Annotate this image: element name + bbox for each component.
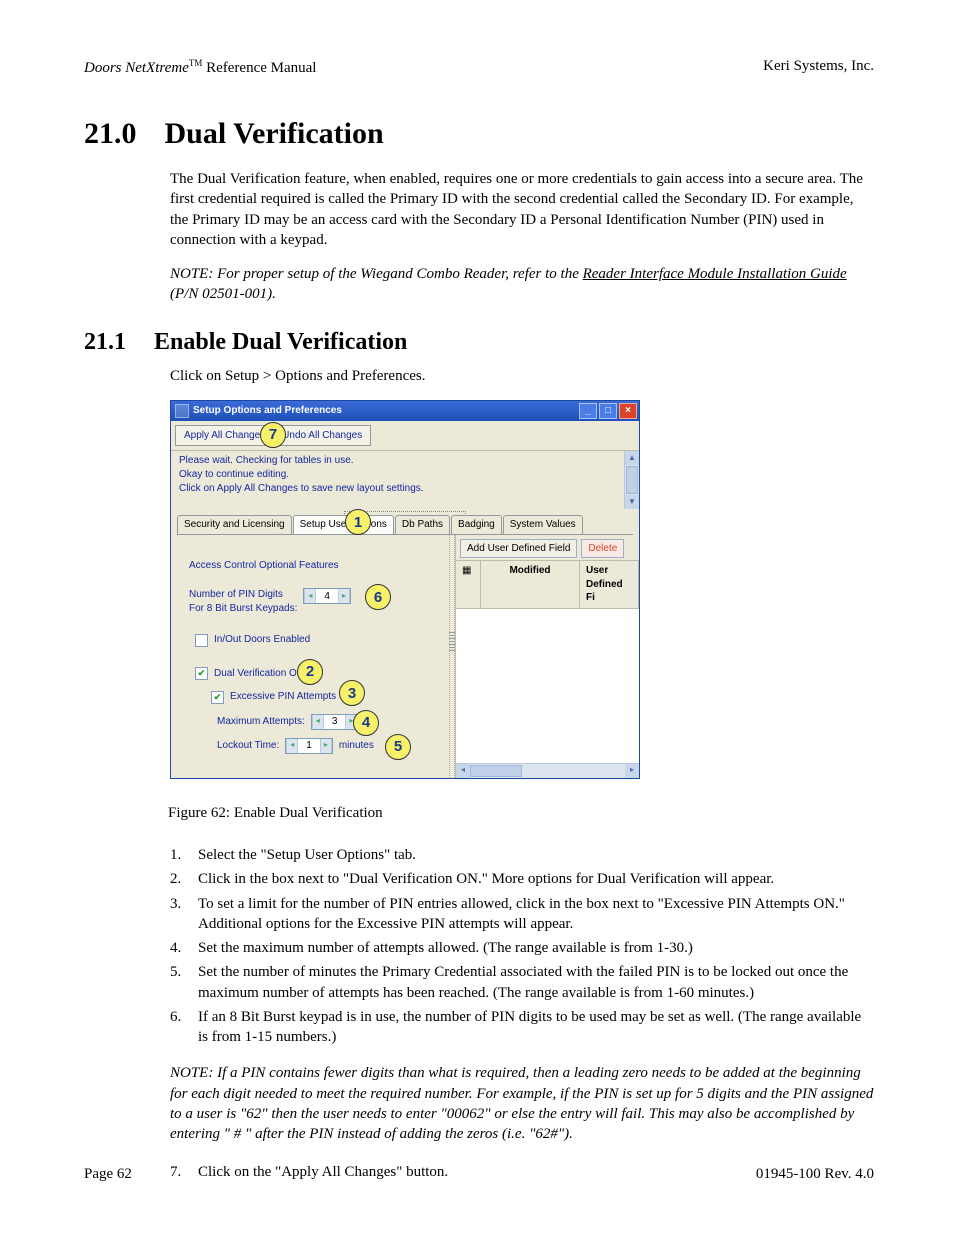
note-wiegand: NOTE: For proper setup of the Wiegand Co… xyxy=(170,264,874,305)
step-6: 6.If an 8 Bit Burst keypad is in use, th… xyxy=(170,1007,874,1048)
window-title: Setup Options and Preferences xyxy=(193,404,342,418)
tabs-row: Security and Licensing Setup User Option… xyxy=(177,515,633,535)
chevron-right-icon[interactable]: ▸ xyxy=(320,739,332,753)
status-scrollbar[interactable]: ▲ ▼ xyxy=(624,451,639,509)
options-heading: Access Control Optional Features xyxy=(189,559,443,573)
right-grid-pane: Add User Defined Field Delete ▦ Modified… xyxy=(455,535,639,778)
tab-security-licensing[interactable]: Security and Licensing xyxy=(177,515,292,534)
page-number: Page 62 xyxy=(84,1166,132,1183)
close-button[interactable]: × xyxy=(619,403,637,419)
tm-mark: TM xyxy=(189,58,203,68)
figure-caption: Figure 62: Enable Dual Verification xyxy=(168,803,874,823)
minimize-button[interactable]: _ xyxy=(579,403,597,419)
click-path: Click on Setup > Options and Preferences… xyxy=(170,366,874,386)
step-2: 2.Click in the box next to "Dual Verific… xyxy=(170,869,874,889)
max-attempts-value: 3 xyxy=(324,715,346,729)
revision: 01945-100 Rev. 4.0 xyxy=(756,1166,874,1183)
scroll-down-icon[interactable]: ▼ xyxy=(625,495,639,509)
scroll-left-icon[interactable]: ◂ xyxy=(456,764,470,778)
chevron-left-icon[interactable]: ◂ xyxy=(286,739,298,753)
scroll-right-icon[interactable]: ▸ xyxy=(625,764,639,778)
grid-h-scrollbar[interactable]: ◂ ▸ xyxy=(456,763,639,778)
toolbar: Apply All Changes Undo All Changes 7 xyxy=(171,421,639,452)
max-attempts-spinner[interactable]: ◂ 3 ▸ xyxy=(311,714,359,730)
max-attempts-label: Maximum Attempts: xyxy=(217,715,305,729)
note-pin-leading-zeros: NOTE: If a PIN contains fewer digits tha… xyxy=(170,1063,874,1144)
pin-digits-spinner[interactable]: ◂ 4 ▸ xyxy=(303,588,351,604)
scroll-up-icon[interactable]: ▲ xyxy=(625,451,639,465)
lockout-time-spinner[interactable]: ◂ 1 ▸ xyxy=(285,738,333,754)
step-1: 1.Select the "Setup User Options" tab. xyxy=(170,845,874,865)
section-number: 21.0 xyxy=(84,117,137,151)
maximize-button[interactable]: □ xyxy=(599,403,617,419)
grid-body[interactable] xyxy=(456,609,639,763)
intro-paragraph: The Dual Verification feature, when enab… xyxy=(170,169,874,250)
product-name: Doors NetXtreme xyxy=(84,60,189,76)
lockout-time-label: Lockout Time: xyxy=(217,739,279,753)
col-user-defined[interactable]: User Defined Fi xyxy=(580,561,639,608)
status-line-3: Click on Apply All Changes to save new l… xyxy=(171,483,624,499)
tab-setup-user-options[interactable]: Setup User Options xyxy=(293,515,394,534)
pin-digits-value: 4 xyxy=(316,590,338,604)
h-scroll-thumb[interactable] xyxy=(470,765,522,777)
tab-badging[interactable]: Badging xyxy=(451,515,502,534)
callout-4: 4 xyxy=(353,710,379,736)
status-line-1: Please wait. Checking for tables in use. xyxy=(171,451,624,469)
section-heading-21-0: 21.0 Dual Verification xyxy=(84,117,874,151)
lockout-unit-label: minutes xyxy=(339,739,374,753)
inout-doors-checkbox[interactable] xyxy=(195,634,208,647)
step-5: 5.Set the number of minutes the Primary … xyxy=(170,962,874,1003)
tab-system-values[interactable]: System Values xyxy=(503,515,583,534)
company-name: Keri Systems, Inc. xyxy=(763,58,874,77)
pin-digits-label-2: For 8 Bit Burst Keypads: xyxy=(189,602,297,616)
delete-button[interactable]: Delete xyxy=(581,539,624,559)
row-selector-header[interactable]: ▦ xyxy=(456,561,481,608)
callout-7: 7 xyxy=(260,422,286,448)
dual-verification-label: Dual Verification ON xyxy=(214,667,304,681)
dual-verification-checkbox[interactable]: ✔ xyxy=(195,667,208,680)
tab-db-paths[interactable]: Db Paths xyxy=(395,515,450,534)
grid-header: ▦ Modified User Defined Fi xyxy=(456,560,639,609)
chevron-left-icon[interactable]: ◂ xyxy=(312,715,324,729)
undo-all-changes-button[interactable]: Undo All Changes xyxy=(274,426,370,446)
chevron-right-icon[interactable]: ▸ xyxy=(338,589,350,603)
step-4: 4.Set the maximum number of attempts all… xyxy=(170,938,874,958)
excessive-pin-label: Excessive PIN Attempts ON xyxy=(230,690,354,704)
excessive-pin-checkbox[interactable]: ✔ xyxy=(211,691,224,704)
col-modified[interactable]: Modified xyxy=(481,561,580,608)
page-footer: Page 62 01945-100 Rev. 4.0 xyxy=(84,1166,874,1183)
scroll-thumb[interactable] xyxy=(626,466,638,494)
status-line-2: Okay to continue editing. xyxy=(171,469,624,483)
subsection-number: 21.1 xyxy=(84,329,126,356)
chevron-left-icon[interactable]: ◂ xyxy=(304,589,316,603)
step-3: 3.To set a limit for the number of PIN e… xyxy=(170,894,874,935)
reader-guide-link[interactable]: Reader Interface Module Installation Gui… xyxy=(583,266,847,282)
pin-digits-label-1: Number of PIN Digits xyxy=(189,588,297,602)
callout-5: 5 xyxy=(385,734,411,760)
window-icon xyxy=(175,404,189,418)
callout-2: 2 xyxy=(297,659,323,685)
subsection-title: Enable Dual Verification xyxy=(154,329,407,356)
left-options-pane: Access Control Optional Features Number … xyxy=(171,535,449,778)
steps-list: 1.Select the "Setup User Options" tab. 2… xyxy=(170,845,874,1047)
page-header: Doors NetXtremeTM Reference Manual Keri … xyxy=(84,58,874,77)
callout-6: 6 xyxy=(365,584,391,610)
section-title: Dual Verification xyxy=(165,117,384,151)
window-titlebar[interactable]: Setup Options and Preferences _ □ × xyxy=(171,401,639,421)
figure-62: Setup Options and Preferences _ □ × Appl… xyxy=(170,400,874,823)
section-heading-21-1: 21.1 Enable Dual Verification xyxy=(84,329,874,356)
client-area: Access Control Optional Features Number … xyxy=(171,535,639,778)
lockout-time-value: 1 xyxy=(298,739,320,753)
setup-options-window: Setup Options and Preferences _ □ × Appl… xyxy=(170,400,640,779)
doc-type: Reference Manual xyxy=(202,60,316,76)
add-user-defined-field-button[interactable]: Add User Defined Field xyxy=(460,539,577,559)
inout-doors-label: In/Out Doors Enabled xyxy=(214,633,310,647)
callout-3: 3 xyxy=(339,680,365,706)
